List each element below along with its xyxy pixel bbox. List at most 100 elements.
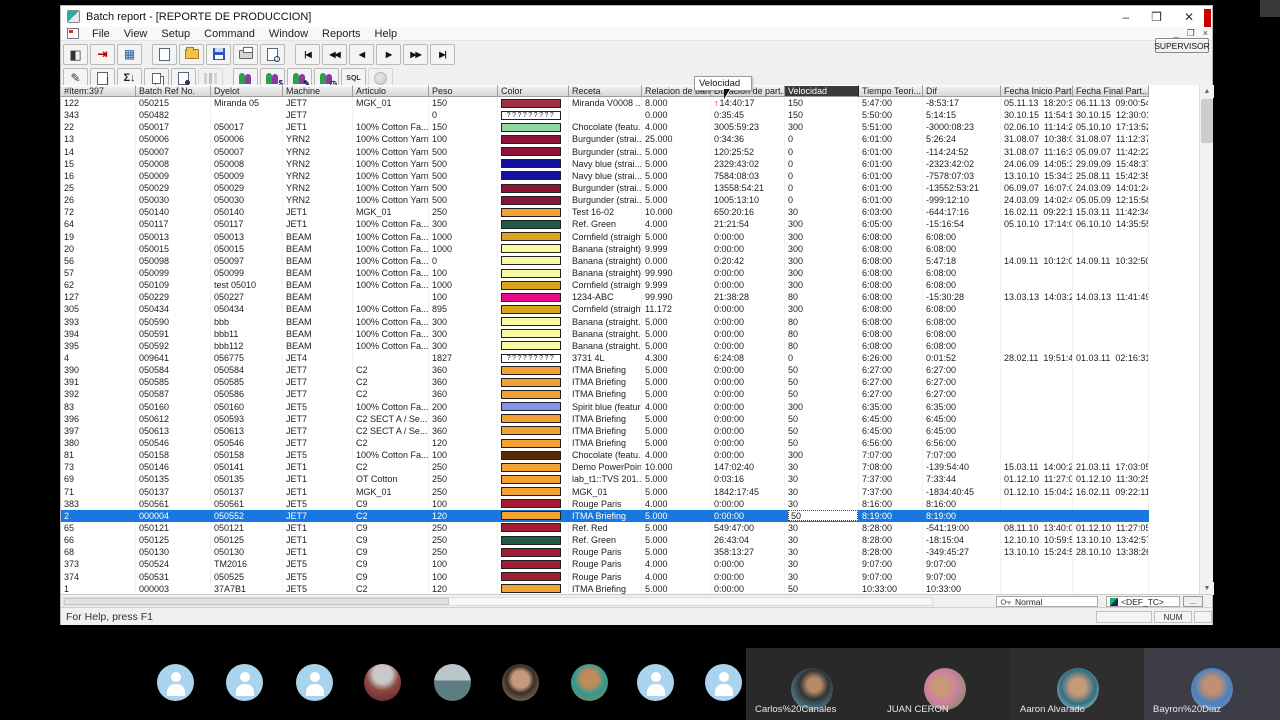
menu-item-help[interactable]: Help xyxy=(368,28,405,40)
new-document-button[interactable] xyxy=(152,43,177,65)
print-preview-button[interactable] xyxy=(260,43,285,65)
supervisor-button[interactable]: SUPERVISOR xyxy=(1154,38,1210,53)
table-row[interactable]: 25 050029 050029 YRN2 100% Cotton Yarn 500 Bur… xyxy=(61,181,1149,195)
table-row[interactable]: 57 050099 050099 BEAM 100% Cotton Fa... 100 Ba… xyxy=(61,266,1149,280)
print-button[interactable] xyxy=(233,43,258,65)
table-row[interactable]: 393 050590 bbb BEAM 100% Cotton Fa... 300 Bana… xyxy=(61,315,1149,328)
title-bar[interactable]: Batch report - [REPORTE DE PRODUCCION] –… xyxy=(61,6,1212,33)
table-row[interactable]: 15 050008 050008 YRN2 100% Cotton Yarn 500 Nav… xyxy=(61,157,1149,170)
column-header--item-397[interactable]: #Item:397 xyxy=(61,85,136,97)
column-header-receta[interactable]: Receta xyxy=(569,85,642,97)
table-row[interactable]: 72 050140 050140 JET1 MGK_01 250 Test 16-02 10.… xyxy=(61,206,1149,219)
open-folder-button[interactable] xyxy=(179,43,204,65)
table-row[interactable]: 374 050531 050525 JET5 C9 100 Rouge Paris 4.000… xyxy=(61,570,1149,583)
table-row[interactable]: 2 000004 050552 JET7 C2 120 ITMA Briefing 5.000… xyxy=(61,509,1149,522)
table-row[interactable]: 73 050146 050141 JET1 C2 250 Demo PowerPoint 10… xyxy=(61,461,1149,474)
table-row[interactable]: 343 050482 JET7 0????????? 0.000 0:35:45 150 5:… xyxy=(61,109,1149,122)
table-row[interactable]: 66 050125 050125 JET1 C9 250 Ref. Green 5.000 26… xyxy=(61,534,1149,547)
column-header-peso[interactable]: Peso xyxy=(429,85,498,97)
mdi-document-icon[interactable] xyxy=(67,28,79,39)
column-header-articulo[interactable]: Articulo xyxy=(353,85,429,97)
participant-avatar-placeholder[interactable] xyxy=(226,664,263,701)
contrast-button[interactable]: ◧ xyxy=(63,43,88,65)
table-row[interactable]: 373 050524 TM2016 JET5 C9 100 Rouge Paris 4.000… xyxy=(61,558,1149,571)
more-button[interactable]: ... xyxy=(1183,596,1203,607)
table-row[interactable]: 390 050584 050584 JET7 C2 360 ITMA Briefing 5.0… xyxy=(61,364,1149,377)
column-header-velocidad[interactable]: Velocidad xyxy=(785,85,859,97)
table-row[interactable]: 305 050434 050434 BEAM 100% Cotton Fa... 895 C… xyxy=(61,303,1149,316)
table-row[interactable]: 19 050013 050013 BEAM 100% Cotton Fa... 1000 C… xyxy=(61,230,1149,243)
participant-avatar-placeholder[interactable] xyxy=(296,664,333,701)
participant-avatar-photo-harbor[interactable] xyxy=(434,664,471,701)
table-row[interactable]: 1 000003 37A7B1 JET5 C2 120 ITMA Briefing 5.000… xyxy=(61,582,1149,595)
table-row[interactable]: 81 050158 050158 JET5 100% Cotton Fa... 100 Ch… xyxy=(61,449,1149,462)
table-row[interactable]: 397 050613 050613 JET7 C2 SECT A / Se... 360 I… xyxy=(61,424,1149,437)
table-row[interactable]: 13 050006 050006 YRN2 100% Cotton Yarn 100 Bur… xyxy=(61,133,1149,146)
table-row[interactable]: 83 050160 050160 JET5 100% Cotton Fa... 200 Sp… xyxy=(61,400,1149,413)
scroll-up-arrow[interactable]: ▲ xyxy=(1200,85,1214,98)
table-row[interactable]: 65 050121 050121 JET1 C9 250 Ref. Red 5.000 549:… xyxy=(61,521,1149,535)
column-header-dif[interactable]: Dif xyxy=(923,85,1001,97)
table-row[interactable]: 20 050015 050015 BEAM 100% Cotton Fa... 1000 B… xyxy=(61,242,1149,255)
nav-next-fast-button[interactable]: ▶▶ xyxy=(403,43,428,65)
grid-button[interactable]: ▦ xyxy=(117,43,142,65)
table-row[interactable]: 383 050561 050561 JET5 C9 100 Rouge Paris 4.000… xyxy=(61,497,1149,510)
menu-item-setup[interactable]: Setup xyxy=(154,28,197,40)
participant-avatar-placeholder[interactable] xyxy=(637,664,674,701)
exit-button[interactable]: ⇥ xyxy=(90,43,115,65)
minimize-button[interactable]: – xyxy=(1122,10,1129,24)
horizontal-scrollbar[interactable] xyxy=(63,597,933,606)
participant-avatar-placeholder[interactable] xyxy=(705,664,742,701)
menu-item-view[interactable]: View xyxy=(117,28,155,40)
table-row[interactable]: 68 050130 050130 JET1 C9 250 Rouge Paris 5.000 3… xyxy=(61,546,1149,559)
table-row[interactable]: 69 050135 050135 JET1 OT Cotton 250 lab_t1::TV… xyxy=(61,473,1149,486)
nav-last-button[interactable]: ▶| xyxy=(430,43,455,65)
horizontal-scrollbar-thumb[interactable] xyxy=(64,598,449,605)
def-tc-combo[interactable]: <DEF_TC> xyxy=(1106,596,1180,607)
close-button[interactable]: ✕ xyxy=(1184,10,1194,24)
participant-avatar-placeholder[interactable] xyxy=(157,664,194,701)
table-row[interactable]: 4 009641 056775 JET4 1827????????? 3731 4L 4.3… xyxy=(61,351,1149,365)
column-header-tiempo-teori-[interactable]: Tiempo Teori...▲ xyxy=(859,85,923,97)
table-row[interactable]: 127 050229 050227 BEAM 100 1234-ABC 99.990 21:3… xyxy=(61,291,1149,304)
participant-avatar-photo-glasses[interactable] xyxy=(502,664,539,701)
menu-item-file[interactable]: File xyxy=(85,28,117,40)
column-header-machine[interactable]: Machine xyxy=(283,85,353,97)
mode-combo[interactable]: Normal xyxy=(996,596,1098,607)
participant-avatar-photo-teal-shirt[interactable] xyxy=(571,664,608,701)
nav-next-button[interactable]: ▶ xyxy=(376,43,401,65)
table-row[interactable]: 391 050585 050585 JET7 C2 360 ITMA Briefing 5.0… xyxy=(61,376,1149,389)
column-header-batch-ref-no-[interactable]: Batch Ref No. xyxy=(136,85,211,97)
table-row[interactable]: 396 050612 050593 JET7 C2 SECT A / Se... 360 I… xyxy=(61,412,1149,425)
velocity-edit-box[interactable]: 50 xyxy=(788,510,858,522)
participant-tile[interactable]: Bayron%20Diaz xyxy=(1144,648,1280,720)
table-row[interactable]: 395 050592 bbb112 BEAM 100% Cotton Fa... 300 B… xyxy=(61,339,1149,352)
participant-tile[interactable]: JUAN CERON xyxy=(878,648,1011,720)
participant-tile[interactable]: Carlos%20Canales xyxy=(746,648,878,720)
column-header-dyelot[interactable]: Dyelot xyxy=(211,85,283,97)
column-header-fecha-inicio-part-[interactable]: Fecha Inicio Part.. xyxy=(1001,85,1073,97)
menu-item-reports[interactable]: Reports xyxy=(315,28,368,40)
nav-prev-button[interactable]: ◀ xyxy=(349,43,374,65)
participant-avatar-photo-gray-hair[interactable] xyxy=(364,664,401,701)
save-button[interactable] xyxy=(206,43,231,65)
nav-prev-fast-button[interactable]: ◀◀ xyxy=(322,43,347,65)
table-row[interactable]: 22 050017 050017 JET1 100% Cotton Fa... 150 Ch… xyxy=(61,121,1149,134)
table-row[interactable]: 394 050591 bbb11 BEAM 100% Cotton Fa... 300 Ba… xyxy=(61,327,1149,340)
vertical-scrollbar[interactable]: ▲ ▼ xyxy=(1199,85,1214,595)
scrollbar-thumb[interactable] xyxy=(1201,99,1213,143)
table-row[interactable]: 16 050009 050009 YRN2 100% Cotton Yarn 500 Nav… xyxy=(61,169,1149,182)
table-row[interactable]: 56 050098 050097 BEAM 100% Cotton Fa... 0 Bana… xyxy=(61,254,1149,267)
table-row[interactable]: 380 050546 050546 JET7 C2 120 ITMA Briefing 5.0… xyxy=(61,436,1149,450)
table-row[interactable]: 392 050587 050586 JET7 C2 360 ITMA Briefing 5.0… xyxy=(61,388,1149,401)
table-row[interactable]: 122 050215 Miranda 05 JET7 MGK_01 150 Miranda … xyxy=(61,97,1149,110)
participant-tile[interactable]: Aaron Alvarado xyxy=(1011,648,1144,720)
menu-item-window[interactable]: Window xyxy=(262,28,315,40)
maximize-button[interactable]: ❒ xyxy=(1151,10,1162,24)
table-row[interactable]: 14 050007 050007 YRN2 100% Cotton Yarn 500 Bur… xyxy=(61,145,1149,158)
nav-first-button[interactable]: |◀ xyxy=(295,43,320,65)
table-row[interactable]: 71 050137 050137 JET1 MGK_01 250 MGK_01 5.000 18… xyxy=(61,485,1149,498)
column-header-color[interactable]: Color xyxy=(498,85,569,97)
table-row[interactable]: 26 050030 050030 YRN2 100% Cotton Yarn 500 Bur… xyxy=(61,194,1149,207)
table-row[interactable]: 64 050117 050117 JET1 100% Cotton Fa... 300 Re… xyxy=(61,218,1149,231)
